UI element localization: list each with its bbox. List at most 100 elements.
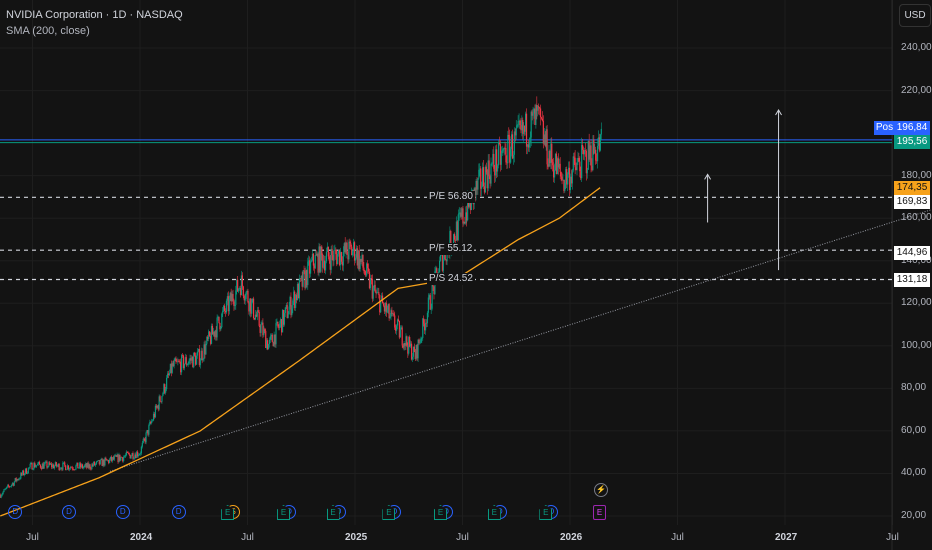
candle-body [238, 288, 240, 292]
candle-body [350, 243, 352, 247]
candle-body [10, 484, 13, 487]
candle-body [424, 322, 427, 331]
candle-body [573, 156, 575, 158]
candle-body [312, 253, 315, 266]
candle-body [393, 313, 395, 316]
candle-body [418, 339, 420, 344]
dividend-event-icon[interactable]: D [171, 505, 186, 519]
candle-body [269, 336, 272, 340]
candle-body [462, 208, 464, 224]
candle-body [442, 259, 444, 271]
pe-level-tag: 169,83 [894, 195, 930, 209]
sma-indicator-label[interactable]: SMA (200, close) [6, 23, 183, 39]
earnings-event-icon[interactable]: E [593, 505, 607, 520]
candle-body [391, 310, 393, 314]
candle-body [342, 251, 344, 266]
candle-body [39, 464, 42, 468]
candle-body [421, 337, 423, 339]
last-price-tag: 195,56 [894, 135, 930, 149]
candle-body [497, 142, 500, 166]
x-tick-label: Jul [456, 532, 469, 543]
candle-body [560, 171, 562, 177]
x-tick-label: 2024 [130, 532, 153, 543]
candle-body [552, 162, 554, 166]
candle-body [529, 137, 531, 143]
candle-body [488, 160, 490, 177]
x-tick-label: 2027 [775, 532, 798, 543]
y-tick-label: 60,00 [901, 424, 927, 436]
candle-body [386, 309, 388, 313]
candle-body [581, 145, 583, 179]
candle-body [55, 462, 57, 467]
candle-body [29, 463, 31, 468]
candle-body [142, 438, 144, 443]
candle-body [561, 176, 563, 181]
candle-body [252, 298, 255, 319]
candle-body [13, 481, 15, 486]
candle-body [477, 178, 479, 190]
candle-body [480, 168, 482, 189]
position-label[interactable]: Pos [874, 121, 895, 135]
candle-body [539, 108, 542, 118]
candle-body [596, 145, 599, 162]
candle-body [277, 321, 279, 327]
candle-body [36, 465, 38, 467]
candle-body [47, 466, 49, 468]
candle-body [78, 467, 80, 469]
candle-body [74, 469, 76, 470]
candle-body [394, 315, 396, 328]
candle-body [205, 343, 207, 355]
candle-body [99, 459, 101, 465]
candle-body [1, 494, 3, 496]
candle-body [600, 128, 602, 135]
lightning-event-icon[interactable]: ⚡ [594, 483, 608, 497]
candle-body [35, 466, 37, 468]
candle-body [362, 254, 364, 268]
ps-level-label: P/S 24.52 [427, 273, 475, 285]
candle-body [241, 275, 243, 287]
candle-body [68, 468, 71, 470]
y-tick-label: 160,00 [901, 212, 932, 224]
symbol-title[interactable]: NVIDIA Corporation · 1D · NASDAQ [6, 7, 183, 23]
candle-body [37, 464, 39, 466]
candle-body [94, 463, 97, 466]
currency-button[interactable]: USD [899, 4, 931, 27]
candle-body [196, 351, 199, 356]
x-tick-label: Jul [241, 532, 254, 543]
candle-body [508, 134, 510, 137]
candle-body [419, 342, 421, 344]
candle-body [62, 462, 64, 470]
candle-body [8, 485, 10, 487]
candle-body [44, 462, 46, 464]
candle-body [151, 420, 153, 424]
candle-body [571, 170, 573, 184]
candle-body [328, 256, 330, 261]
candle-body [221, 313, 223, 328]
candle-body [512, 154, 515, 159]
y-tick-label: 20,00 [901, 510, 927, 521]
candle-body [532, 113, 534, 116]
candle-body [251, 302, 253, 314]
candle-body [595, 149, 597, 161]
candle-body [331, 248, 333, 256]
candle-body [258, 311, 260, 326]
candle-body [247, 290, 249, 303]
candle-body [309, 261, 312, 274]
x-tick-label: Jul [26, 532, 39, 543]
candle-body [77, 462, 79, 469]
candle-body [165, 389, 167, 393]
candle-body [145, 432, 147, 443]
candle-body [113, 456, 115, 460]
candle-body [291, 308, 293, 316]
dividend-event-icon[interactable]: D [115, 505, 130, 519]
y-tick-label: 120,00 [901, 297, 932, 309]
candle-body [26, 473, 28, 474]
candle-body [133, 458, 135, 459]
candle-body [27, 467, 29, 474]
dividend-event-icon[interactable]: D [62, 505, 77, 519]
candle-body [194, 352, 196, 356]
candle-body [493, 153, 495, 169]
candle-body [574, 157, 576, 168]
candle-body [195, 355, 198, 365]
candle-body [56, 465, 58, 467]
